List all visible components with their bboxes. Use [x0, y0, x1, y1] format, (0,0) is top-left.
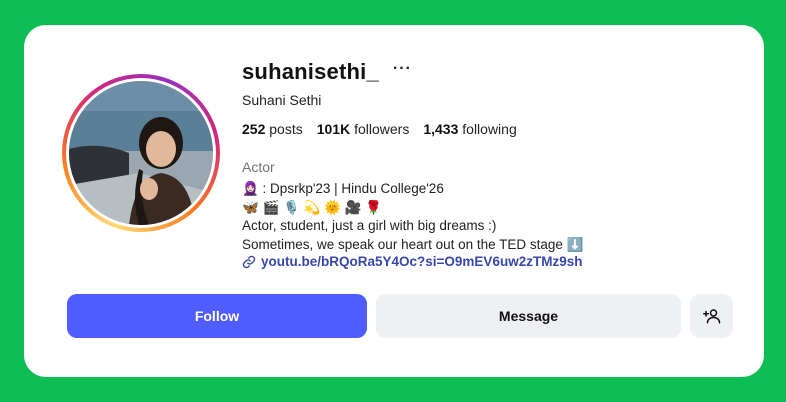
- bio: 🧕🏻 : Dpsrkp'23 | Hindu College'26 🦋 🎬 🎙️…: [242, 180, 583, 254]
- posts-stat[interactable]: 252 posts: [242, 121, 303, 137]
- bio-link-text: youtu.be/bRQoRa5Y4Oc?si=O9mEV6uw2zTMz9sh: [261, 254, 583, 269]
- profile-card: suhanisethi_ ··· Suhani Sethi 252 posts …: [24, 25, 764, 377]
- following-count: 1,433: [423, 121, 459, 137]
- bio-link[interactable]: youtu.be/bRQoRa5Y4Oc?si=O9mEV6uw2zTMz9sh: [242, 254, 582, 269]
- bio-line: Sometimes, we speak our heart out on the…: [242, 236, 584, 252]
- following-stat[interactable]: 1,433 following: [423, 121, 516, 137]
- message-button-label: Message: [498, 308, 559, 324]
- follow-button-label: Follow: [194, 308, 240, 324]
- followers-stat[interactable]: 101K followers: [317, 121, 410, 137]
- profile-stats: 252 posts 101K followers 1,433 following: [242, 121, 517, 137]
- posts-count: 252: [242, 121, 266, 137]
- avatar[interactable]: [69, 81, 213, 225]
- following-label: following: [462, 121, 517, 137]
- username-row: suhanisethi_ ···: [242, 59, 412, 85]
- follow-button[interactable]: Follow: [67, 294, 367, 338]
- link-icon: [242, 255, 256, 268]
- bio-line: Actor, student, just a girl with big dre…: [242, 218, 497, 233]
- person-plus-icon: [702, 309, 720, 324]
- avatar-story-ring[interactable]: [62, 74, 220, 232]
- bio-line: 🧕🏻 : Dpsrkp'23 | Hindu College'26: [242, 181, 444, 196]
- add-user-button[interactable]: [690, 294, 733, 338]
- posts-label: posts: [269, 121, 303, 137]
- message-button[interactable]: Message: [376, 294, 681, 338]
- bio-line: 🦋 🎬 🎙️ 💫 🌞 🎥 🌹: [242, 199, 383, 215]
- avatar-photo: [69, 81, 213, 225]
- followers-count: 101K: [316, 121, 351, 137]
- more-options-icon[interactable]: ···: [393, 60, 412, 78]
- full-name: Suhani Sethi: [242, 92, 322, 108]
- followers-label: followers: [354, 121, 410, 137]
- username: suhanisethi_: [242, 59, 379, 84]
- category-label: Actor: [242, 159, 275, 175]
